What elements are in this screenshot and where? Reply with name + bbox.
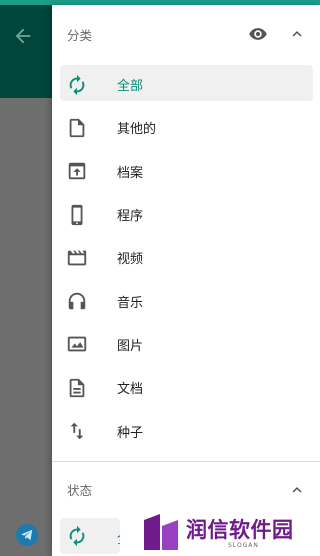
category-item-torrent[interactable]: 种子 [52, 409, 320, 452]
eye-icon[interactable] [248, 24, 268, 44]
category-item-all[interactable]: 全部 [52, 63, 320, 106]
category-label: 图片 [117, 338, 144, 354]
watermark-logo-icon [144, 514, 178, 550]
category-item-video[interactable]: 视频 [52, 236, 320, 279]
refresh-icon [69, 525, 85, 546]
image-icon [67, 337, 87, 352]
category-label: 种子 [117, 425, 144, 441]
category-label: 视频 [117, 252, 144, 268]
chevron-up-icon[interactable] [288, 25, 306, 43]
file-icon [69, 118, 85, 138]
archive-icon [68, 162, 86, 180]
refresh-icon [69, 74, 85, 95]
category-label: 全部 [117, 79, 144, 95]
category-item-music[interactable]: 音乐 [52, 279, 320, 322]
chevron-up-icon[interactable] [288, 481, 306, 499]
filter-drawer: 分类 全部 其他的 档案 程序 视频 音乐 图片 文档 种子 状态 [52, 5, 320, 556]
category-label: 其他的 [117, 122, 157, 138]
category-label: 程序 [117, 209, 144, 225]
film-icon [67, 250, 87, 266]
status-title: 状态 [67, 483, 93, 499]
category-item-document[interactable]: 文档 [52, 366, 320, 409]
category-item-program[interactable]: 程序 [52, 193, 320, 236]
swap-vertical-icon [70, 422, 84, 440]
categories-title: 分类 [67, 27, 93, 43]
telegram-icon[interactable] [16, 524, 38, 546]
category-label: 音乐 [117, 295, 144, 311]
category-item-archive[interactable]: 档案 [52, 150, 320, 193]
category-item-other[interactable]: 其他的 [52, 106, 320, 149]
document-icon [69, 378, 85, 397]
category-item-image[interactable]: 图片 [52, 323, 320, 366]
categories-header: 分类 [52, 5, 320, 63]
watermark-slogan: SLOGAN [228, 542, 259, 549]
headphones-icon [68, 292, 86, 310]
phone-icon [71, 204, 83, 225]
category-label: 档案 [117, 165, 144, 181]
category-label: 文档 [117, 382, 144, 398]
watermark: 润信软件园 SLOGAN [120, 508, 320, 556]
watermark-text: 润信软件园 [186, 518, 294, 542]
back-arrow-icon[interactable] [12, 25, 34, 47]
